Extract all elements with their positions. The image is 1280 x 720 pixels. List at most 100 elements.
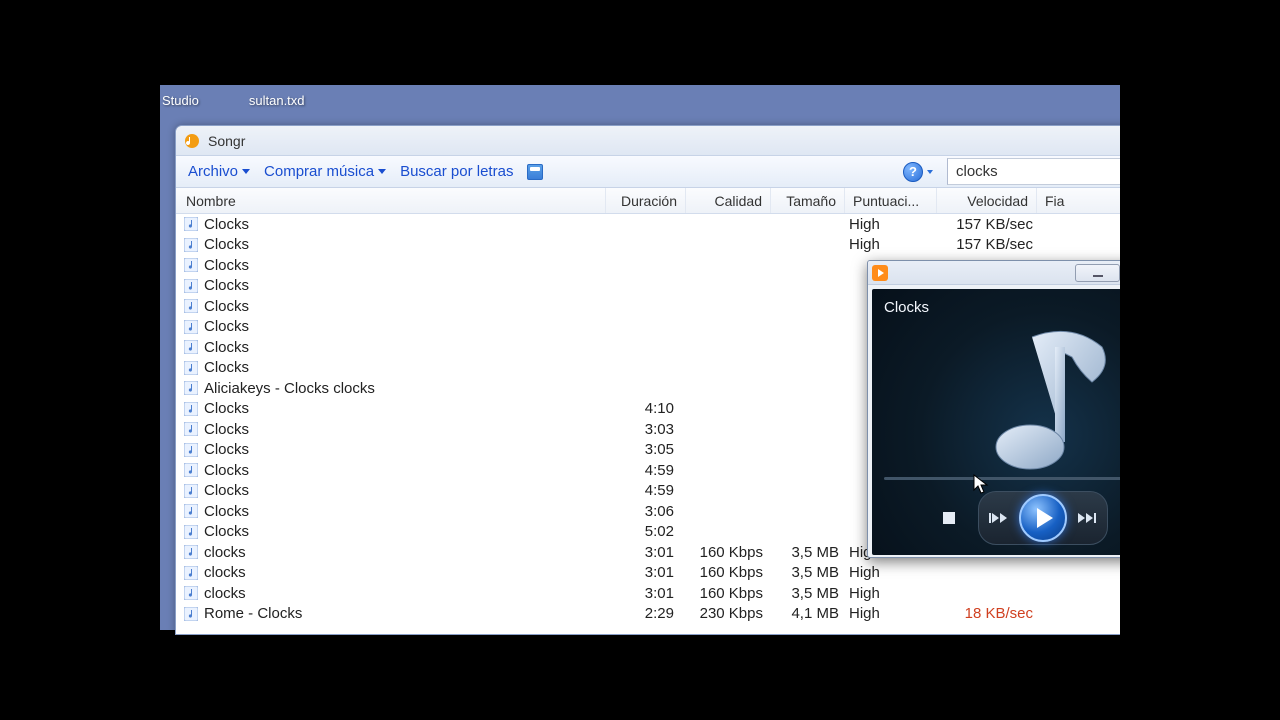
media-player-window: Clocks bbox=[867, 260, 1120, 558]
desktop-shortcut[interactable]: Studio bbox=[162, 93, 199, 108]
stop-button[interactable] bbox=[934, 503, 964, 533]
cell-quality: 160 Kbps bbox=[686, 564, 771, 581]
cell-rating: High bbox=[845, 605, 937, 622]
menu-file[interactable]: Archivo bbox=[188, 163, 250, 180]
player-body: Clocks bbox=[872, 289, 1120, 555]
player-titlebar[interactable] bbox=[868, 261, 1120, 285]
audio-file-icon bbox=[184, 258, 198, 272]
cell-duration: 4:59 bbox=[606, 482, 686, 499]
save-icon[interactable] bbox=[527, 164, 543, 180]
audio-file-icon bbox=[184, 504, 198, 518]
audio-file-icon bbox=[184, 443, 198, 457]
audio-file-icon bbox=[184, 217, 198, 231]
seek-bar[interactable] bbox=[884, 477, 1120, 480]
audio-file-icon bbox=[184, 299, 198, 313]
audio-file-icon bbox=[184, 586, 198, 600]
audio-file-icon bbox=[184, 340, 198, 354]
cell-name: Clocks bbox=[204, 482, 249, 499]
cell-quality: 160 Kbps bbox=[686, 544, 771, 561]
search-input[interactable] bbox=[947, 158, 1120, 185]
audio-file-icon bbox=[184, 381, 198, 395]
cell-name: Clocks bbox=[204, 277, 249, 294]
player-controls bbox=[872, 491, 1120, 545]
table-row[interactable]: ClocksHigh157 KB/sec bbox=[176, 235, 1120, 256]
col-speed[interactable]: Velocidad bbox=[937, 188, 1037, 213]
cell-name: Clocks bbox=[204, 339, 249, 356]
cell-name: clocks bbox=[204, 544, 246, 561]
chevron-down-icon bbox=[378, 169, 386, 174]
cell-rating: High bbox=[845, 585, 937, 602]
col-rating[interactable]: Puntuaci... bbox=[845, 188, 937, 213]
cell-name: clocks bbox=[204, 585, 246, 602]
col-quality[interactable]: Calidad bbox=[686, 188, 771, 213]
cell-name: Clocks bbox=[204, 421, 249, 438]
cell-speed: 157 KB/sec bbox=[937, 236, 1037, 253]
cell-name: Clocks bbox=[204, 503, 249, 520]
app-title: Songr bbox=[208, 133, 245, 149]
cell-name: Clocks bbox=[204, 257, 249, 274]
audio-file-icon bbox=[184, 238, 198, 252]
chevron-down-icon bbox=[927, 170, 933, 174]
play-button[interactable] bbox=[1019, 494, 1067, 542]
cell-duration: 2:29 bbox=[606, 605, 686, 622]
table-row[interactable]: ClocksHigh157 KB/sec bbox=[176, 214, 1120, 235]
previous-button[interactable] bbox=[982, 503, 1018, 533]
desktop-shortcut[interactable]: sultan.txd bbox=[249, 93, 305, 108]
cell-name: Clocks bbox=[204, 400, 249, 417]
cell-name: Clocks bbox=[204, 441, 249, 458]
audio-file-icon bbox=[184, 463, 198, 477]
table-row[interactable]: Rome - Clocks2:29230 Kbps4,1 MBHigh18 KB… bbox=[176, 604, 1120, 625]
cell-name: Clocks bbox=[204, 359, 249, 376]
col-name[interactable]: Nombre bbox=[176, 188, 606, 213]
cell-rating: High bbox=[845, 564, 937, 581]
menu-search-lyrics[interactable]: Buscar por letras bbox=[400, 163, 513, 180]
cell-quality: 230 Kbps bbox=[686, 605, 771, 622]
audio-file-icon bbox=[184, 320, 198, 334]
cell-quality: 160 Kbps bbox=[686, 585, 771, 602]
minimize-button[interactable] bbox=[1075, 264, 1120, 282]
cell-size: 3,5 MB bbox=[771, 585, 845, 602]
cell-name: Clocks bbox=[204, 298, 249, 315]
col-duration[interactable]: Duración bbox=[606, 188, 686, 213]
help-icon[interactable]: ? bbox=[903, 162, 923, 182]
next-button[interactable] bbox=[1068, 503, 1104, 533]
col-size[interactable]: Tamaño bbox=[771, 188, 845, 213]
chevron-down-icon bbox=[242, 169, 250, 174]
now-playing-title: Clocks bbox=[884, 299, 929, 316]
audio-file-icon bbox=[184, 422, 198, 436]
audio-file-icon bbox=[184, 525, 198, 539]
table-row[interactable]: clocks3:01160 Kbps3,5 MBHigh bbox=[176, 583, 1120, 604]
cell-size: 3,5 MB bbox=[771, 544, 845, 561]
cell-duration: 3:01 bbox=[606, 564, 686, 581]
cell-rating: High bbox=[845, 236, 937, 253]
col-source[interactable]: Fia bbox=[1037, 188, 1120, 213]
music-note-icon bbox=[962, 317, 1120, 477]
cell-duration: 4:59 bbox=[606, 462, 686, 479]
titlebar[interactable]: Songr bbox=[176, 126, 1120, 156]
cell-name: clocks bbox=[204, 564, 246, 581]
cell-name: Rome - Clocks bbox=[204, 605, 302, 622]
cell-duration: 4:10 bbox=[606, 400, 686, 417]
audio-file-icon bbox=[184, 607, 198, 621]
audio-file-icon bbox=[184, 279, 198, 293]
cell-size: 4,1 MB bbox=[771, 605, 845, 622]
cell-rating: High bbox=[845, 216, 937, 233]
table-header: Nombre Duración Calidad Tamaño Puntuaci.… bbox=[176, 188, 1120, 214]
cell-name: Clocks bbox=[204, 523, 249, 540]
cell-duration: 3:01 bbox=[606, 544, 686, 561]
cell-duration: 3:05 bbox=[606, 441, 686, 458]
cell-duration: 3:03 bbox=[606, 421, 686, 438]
cell-name: Clocks bbox=[204, 318, 249, 335]
table-row[interactable]: clocks 3:01160 Kbps3,5 MBHigh bbox=[176, 563, 1120, 584]
cell-name: Aliciakeys - Clocks clocks bbox=[204, 380, 375, 397]
audio-file-icon bbox=[184, 361, 198, 375]
audio-file-icon bbox=[184, 402, 198, 416]
cell-name: Clocks bbox=[204, 462, 249, 479]
audio-file-icon bbox=[184, 484, 198, 498]
audio-file-icon bbox=[184, 545, 198, 559]
cell-duration: 5:02 bbox=[606, 523, 686, 540]
songr-app-icon bbox=[184, 133, 200, 149]
cell-size: 3,5 MB bbox=[771, 564, 845, 581]
menu-buy-music[interactable]: Comprar música bbox=[264, 163, 386, 180]
cell-duration: 3:06 bbox=[606, 503, 686, 520]
